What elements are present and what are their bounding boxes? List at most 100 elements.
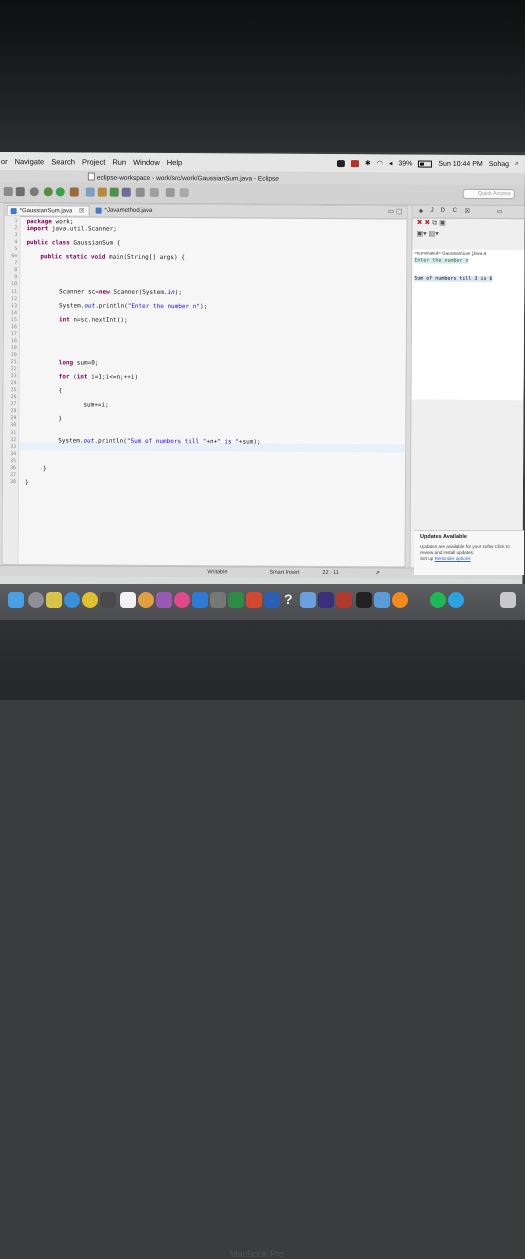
code-line-4: public class GaussianSum { [26, 239, 121, 247]
messages-icon[interactable] [100, 592, 116, 608]
status-writable: Writable [207, 569, 228, 576]
calendar-icon[interactable] [120, 592, 136, 608]
word-icon[interactable] [264, 592, 280, 608]
save-icon[interactable] [15, 187, 25, 197]
menu-item-navigate[interactable]: Navigate [15, 157, 45, 166]
gmail-icon[interactable] [350, 159, 359, 167]
trash-icon[interactable] [500, 592, 516, 608]
javadoc-tab-icon[interactable]: ◈ [419, 208, 424, 215]
new-icon[interactable] [3, 187, 13, 197]
photos-icon[interactable] [46, 592, 62, 608]
debug-icon[interactable] [43, 187, 53, 197]
new-java-project-icon[interactable] [85, 187, 95, 197]
code-line-20: long sum=0; [58, 359, 99, 367]
scroll-lock-icon[interactable]: ▤▾ [429, 231, 439, 238]
skype-icon[interactable] [448, 592, 464, 608]
code-line-2: import java.util.Scanner; [26, 225, 117, 233]
menubar-clock[interactable]: Sun 10:44 PM [438, 160, 482, 167]
bluetooth-icon[interactable]: ✱ [365, 159, 371, 167]
macbook-screen: or Navigate Search Project Run Window He… [0, 152, 525, 588]
remove-launch-icon[interactable]: ✖ [417, 220, 423, 227]
line-number: 31 [10, 429, 17, 436]
spotlight-search-icon[interactable]: ⌕ [515, 160, 519, 168]
updates-notification[interactable]: Updates Available Updates are available … [414, 530, 524, 575]
app-store-icon[interactable] [192, 592, 208, 608]
console-output[interactable]: <terminated> GaussianSum [Java A Enter t… [411, 249, 525, 401]
dropbox-icon[interactable] [336, 159, 345, 167]
line-number: 35 [10, 457, 17, 464]
close-icon[interactable]: ☒ [465, 208, 470, 215]
eclipse-icon[interactable] [318, 592, 334, 608]
close-icon[interactable]: ☒ [79, 208, 84, 214]
volume-icon[interactable]: ◂ [389, 159, 393, 167]
remove-all-icon[interactable]: ✖ [424, 220, 430, 227]
display-console-icon[interactable]: ▣ [439, 220, 446, 227]
line-number: 36 [10, 464, 17, 471]
line-number: 14 [10, 309, 18, 316]
reminder-options-link[interactable]: Reminder options [435, 556, 471, 561]
new-package-icon[interactable] [97, 187, 107, 197]
line-number: 33 [10, 443, 17, 450]
system-preferences-icon[interactable] [210, 592, 226, 608]
declaration-d-tab-icon[interactable]: D [441, 208, 445, 214]
line-number: 24 [10, 380, 17, 387]
tab-label: *GaussianSum.java [19, 208, 73, 215]
menu-item-project[interactable]: Project [82, 157, 105, 166]
downloads-icon[interactable] [374, 592, 390, 608]
open-console-icon[interactable]: ▣▾ [416, 231, 426, 238]
spotify-icon[interactable] [430, 592, 446, 608]
java-editor[interactable]: *GaussianSum.java ☒ *Javamethod.java ▭ ▢… [1, 203, 408, 568]
settings-gear-icon[interactable] [29, 187, 39, 197]
notes-icon[interactable] [156, 592, 172, 608]
folder-icon[interactable] [300, 592, 316, 608]
coverage-icon[interactable] [69, 187, 79, 197]
menu-item-search[interactable]: Search [51, 157, 75, 166]
itunes-icon[interactable] [174, 592, 190, 608]
minimize-maximize-icon[interactable]: ▭ ▢ [387, 207, 402, 215]
open-type-icon[interactable] [121, 187, 131, 197]
forward-arrow-icon[interactable] [179, 188, 189, 198]
line-number: 6⊖ [11, 253, 18, 260]
search-icon[interactable] [135, 187, 145, 197]
menu-item-window[interactable]: Window [133, 157, 160, 166]
maps-icon[interactable] [138, 592, 154, 608]
launchpad-icon[interactable] [28, 592, 44, 608]
back-arrow-icon[interactable] [165, 188, 175, 198]
console-toolbar: ✖ ✖ ⧉ ▣ [417, 219, 446, 228]
battery-icon[interactable] [418, 160, 433, 168]
quick-access-input[interactable]: Quick Access [462, 188, 515, 200]
wifi-icon[interactable]: ◠ [377, 159, 383, 167]
updates-body: Updates are available for your softw Cli… [420, 544, 510, 561]
code-line-35: } [43, 465, 47, 473]
line-number: 25 [10, 387, 17, 394]
finder-icon[interactable] [8, 592, 24, 608]
view-menu-icon[interactable]: ▭ [497, 208, 503, 215]
vlc-icon[interactable] [392, 592, 408, 608]
code-line-24: { [58, 387, 63, 395]
safari-icon[interactable] [64, 592, 80, 608]
tab-console[interactable]: C [453, 208, 457, 214]
run-icon[interactable] [55, 187, 65, 197]
tab-gaussiansum[interactable]: *GaussianSum.java ☒ [6, 205, 90, 216]
code-line-6: public static void main(String[] args) { [40, 253, 185, 262]
terminal-icon[interactable] [356, 592, 372, 608]
menubar-user[interactable]: Sohag [489, 160, 509, 167]
declaration-tab-icon[interactable]: J [431, 208, 434, 214]
photo-booth-icon[interactable] [336, 592, 352, 608]
powerpoint-icon[interactable] [246, 592, 262, 608]
chrome-icon[interactable] [82, 592, 98, 608]
code-line-10: Scanner sc=new Scanner(System.in); [59, 288, 183, 297]
new-class-icon[interactable] [109, 187, 119, 197]
progress-icon[interactable]: ⇗ [375, 570, 380, 576]
menu-item-run[interactable]: Run [112, 157, 126, 166]
line-number: 19 [10, 344, 17, 351]
tab-javamethod[interactable]: *Javamethod.java [93, 206, 157, 216]
code-line-14: int n=sc.nextInt(); [58, 316, 128, 324]
next-annotation-icon[interactable] [149, 187, 159, 197]
menu-item-edit[interactable]: or [1, 157, 8, 166]
pin-console-icon[interactable]: ⧉ [432, 220, 437, 227]
excel-icon[interactable] [228, 592, 244, 608]
editor-tabbar: *GaussianSum.java ☒ *Javamethod.java ▭ ▢ [4, 204, 407, 220]
menu-item-help[interactable]: Help [167, 158, 182, 167]
help-icon[interactable]: ? [284, 591, 293, 607]
